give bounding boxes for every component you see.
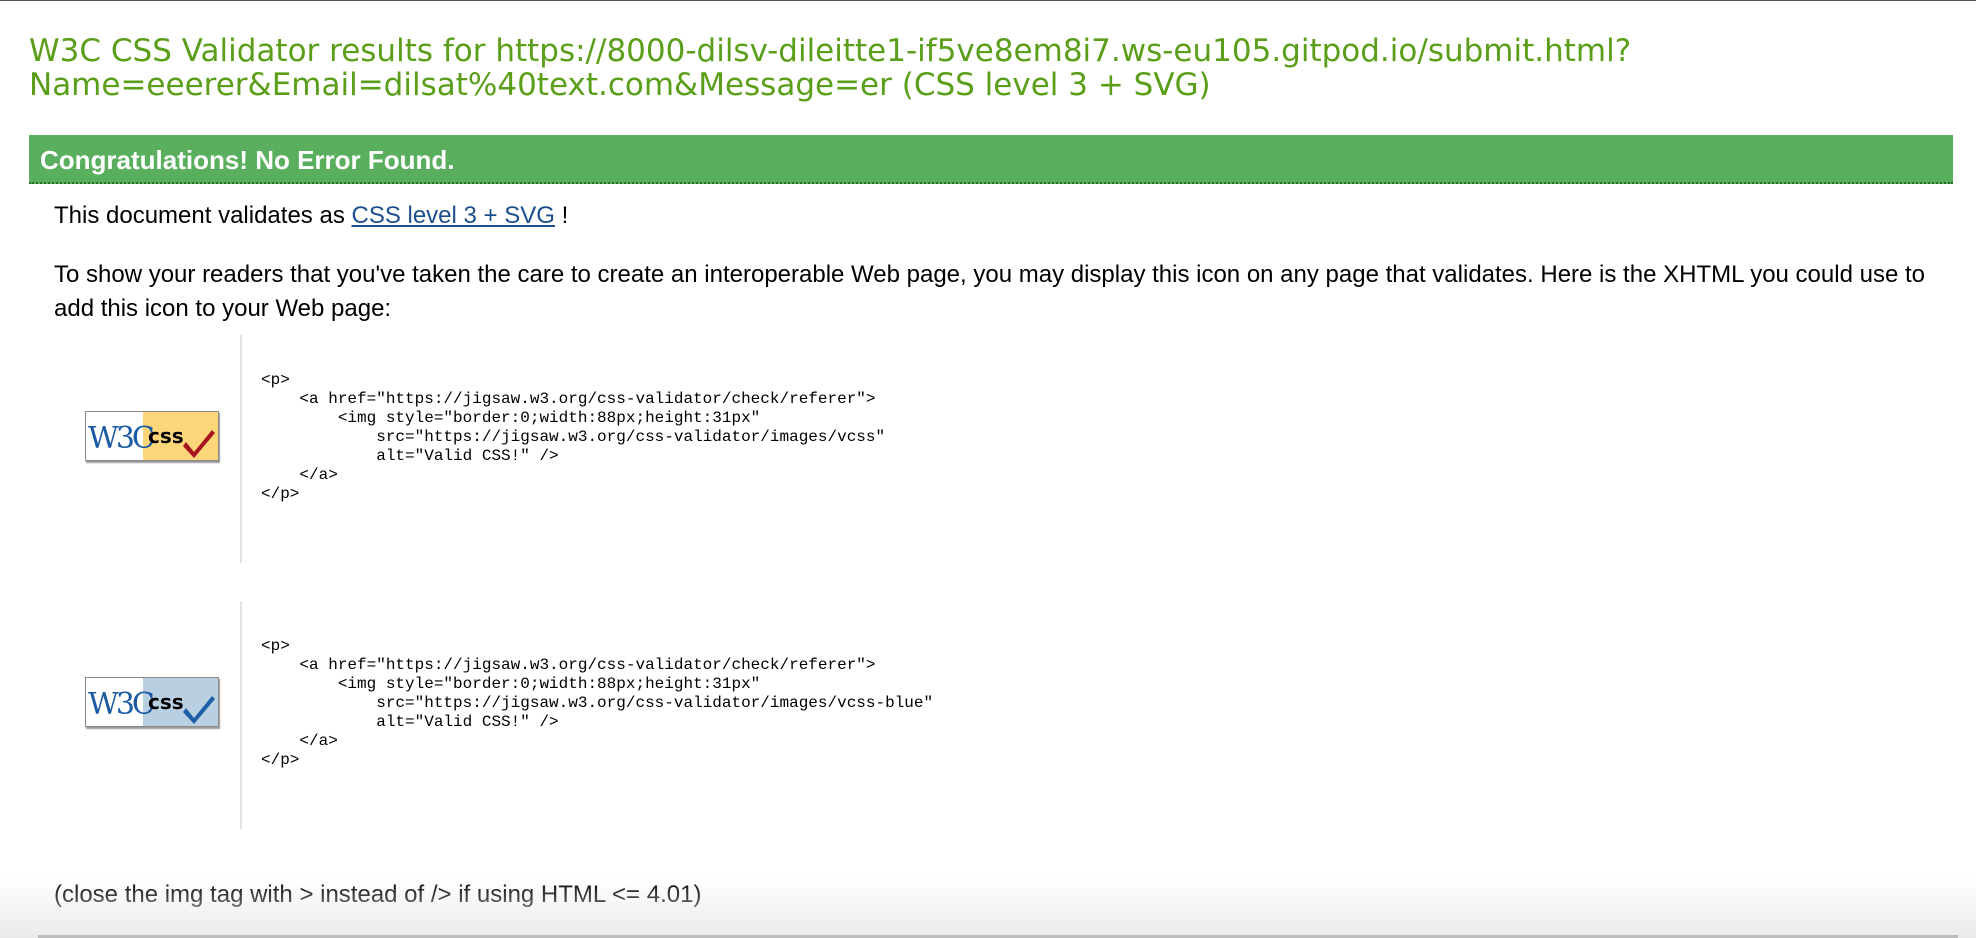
success-message: Congratulations! No Error Found. xyxy=(40,145,455,175)
page-title: W3C CSS Validator results for https://80… xyxy=(29,33,1632,103)
badge-code-snippet[interactable]: <p> <a href="https://jigsaw.w3.org/css-v… xyxy=(261,637,933,770)
w3c-css-badge-blue-icon[interactable]: W3C css xyxy=(85,677,219,727)
badge-cell: W3C css xyxy=(54,601,242,829)
badge-block-blue: W3C css <p> <a href="https://jigsaw.w3.o… xyxy=(54,601,1254,829)
badge-css-text: css xyxy=(148,424,184,448)
validates-statement: This document validates as CSS level 3 +… xyxy=(54,201,568,231)
validates-prefix: This document validates as xyxy=(54,202,352,229)
badge-w3c-text: W3C xyxy=(88,687,154,722)
validates-suffix: ! xyxy=(554,202,569,229)
badge-block-gold: W3C css <p> <a href="https://jigsaw.w3.o… xyxy=(54,335,1254,563)
w3c-css-badge-gold-icon[interactable]: W3C css xyxy=(85,411,219,461)
success-banner: Congratulations! No Error Found. xyxy=(29,135,1953,184)
badge-w3c-text: W3C xyxy=(88,421,154,456)
css-profile-link[interactable]: CSS level 3 + SVG xyxy=(351,202,554,229)
badge-css-text: css xyxy=(148,690,184,714)
top-rule xyxy=(0,0,1976,1)
badge-intro-text: To show your readers that you've taken t… xyxy=(54,261,1925,322)
badge-code-snippet[interactable]: <p> <a href="https://jigsaw.w3.org/css-v… xyxy=(261,371,885,504)
html-version-note: (close the img tag with > instead of /> … xyxy=(54,881,702,908)
badge-cell: W3C css xyxy=(54,335,242,563)
